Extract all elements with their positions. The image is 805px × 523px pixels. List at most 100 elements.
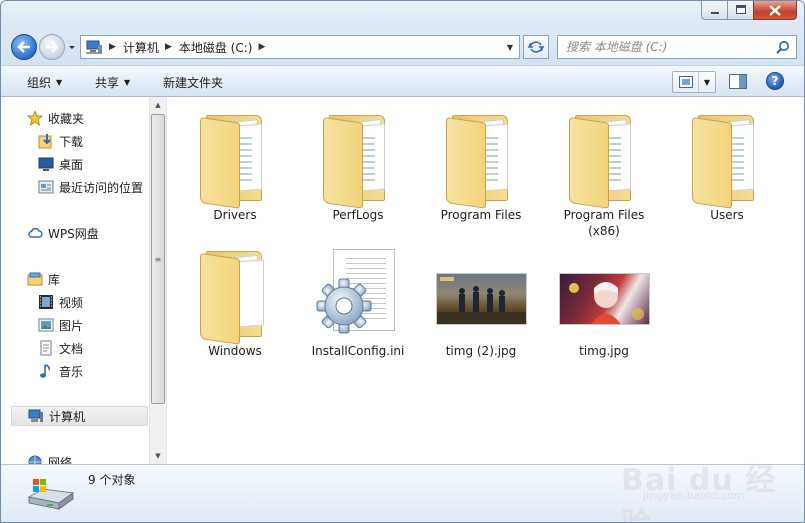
close-button[interactable] [753,1,797,20]
minimize-button[interactable] [701,1,727,20]
scrollbar-thumb[interactable]: ≡ [151,114,165,404]
file-item-image[interactable]: timg.jpg [545,239,663,359]
nav-scrollbar[interactable]: ▲ ≡ ▼ [149,97,166,464]
file-item-folder[interactable]: PerfLogs [299,103,417,223]
file-item-ini[interactable]: InstallConfig.ini [299,239,417,359]
title-bar[interactable] [1,1,804,29]
nav-wps-cloud[interactable]: WPS网盘 [27,223,99,243]
scroll-up-arrow-icon[interactable]: ▲ [150,97,166,113]
nav-music[interactable]: 音乐 [38,361,83,381]
change-view-button[interactable]: ▼ [672,71,716,93]
arrow-left-icon [17,41,30,53]
file-name: Drivers [213,208,257,222]
new-folder-button[interactable]: 新建文件夹 [163,74,223,91]
folder-icon [308,103,408,209]
address-history-dropdown[interactable]: ▼ [501,36,519,58]
chevron-down-icon [69,46,75,49]
breadcrumb-computer[interactable]: 计算机 [123,39,159,56]
nav-favorites-label: 收藏夹 [48,111,85,126]
nav-downloads-label: 下载 [59,134,84,149]
nav-pictures[interactable]: 图片 [38,315,83,335]
file-item-folder[interactable]: Program Files [422,103,540,223]
file-name: Users [710,208,744,222]
nav-recent-places-label: 最近访问的位置 [59,180,144,195]
file-list: Drivers PerfLogs Program Files Program F… [168,97,804,464]
maximize-icon [735,5,746,15]
folder-icon [554,103,654,209]
folder-icon [185,239,285,345]
file-name: PerfLogs [332,208,384,222]
chevron-down-icon: ▼ [56,78,63,87]
file-name: Program Files [440,208,522,222]
maximize-button[interactable] [727,1,753,20]
pictures-icon [38,317,54,333]
file-item-folder[interactable]: Windows [176,239,294,359]
command-bar: 组织 ▼ 共享 ▼ 新建文件夹 ▼ ? [1,65,804,97]
downloads-folder-icon [38,133,54,149]
documents-icon [38,340,54,356]
breadcrumb-drive-c[interactable]: 本地磁盘 (C:) [179,39,253,56]
nav-documents[interactable]: 文档 [38,338,83,358]
nav-videos[interactable]: 视频 [38,292,83,312]
address-row: ▶ 计算机 ▶ 本地磁盘 (C:) ▶ ▼ [1,29,804,65]
address-bar[interactable]: ▶ 计算机 ▶ 本地磁盘 (C:) ▶ ▼ [80,35,520,59]
file-item-folder[interactable]: Program Files (x86) [545,103,663,239]
breadcrumb-separator[interactable]: ▶ [258,42,265,52]
breadcrumb-separator[interactable]: ▶ [165,42,172,52]
file-item-folder[interactable]: Users [668,103,786,223]
recent-pages-dropdown[interactable] [67,41,77,53]
folder-icon [677,103,777,209]
nav-pictures-label: 图片 [59,318,84,333]
search-icon[interactable] [776,40,790,54]
forward-button[interactable] [39,34,65,60]
nav-favorites[interactable]: 收藏夹 [27,108,84,128]
view-icon[interactable] [673,72,699,92]
hard-drive-icon [27,479,75,510]
computer-icon [86,40,102,54]
caption-buttons [701,1,797,20]
libraries-icon [27,271,43,287]
nav-videos-label: 视频 [59,295,84,310]
baidu-watermark: Bai du 经验 jingyan.baidu.com [613,449,803,522]
search-input[interactable] [566,40,776,54]
file-name: timg (2).jpg [445,344,517,358]
breadcrumb-separator[interactable]: ▶ [109,42,116,52]
new-folder-label: 新建文件夹 [163,76,224,90]
organize-menu[interactable]: 组织 ▼ [27,74,62,91]
file-name: Program Files (x86) [563,208,645,238]
preview-pane-toggle[interactable] [729,74,747,89]
nav-computer[interactable]: 计算机 [11,406,148,426]
settings-file-icon [308,239,408,339]
chevron-down-icon: ▼ [124,78,131,87]
nav-recent-places[interactable]: 最近访问的位置 [38,177,143,197]
chevron-down-icon[interactable]: ▼ [699,72,715,92]
image-thumbnail [554,239,654,339]
nav-network[interactable]: 网络 [27,452,72,464]
nav-downloads[interactable]: 下载 [38,131,83,151]
share-menu[interactable]: 共享 ▼ [95,74,130,91]
recent-places-icon [38,179,54,195]
gear-icon [316,278,372,334]
scroll-down-arrow-icon[interactable]: ▼ [150,448,166,464]
minimize-icon [710,5,720,15]
file-item-folder[interactable]: Drivers [176,103,294,223]
star-icon [27,110,43,126]
search-box [557,35,797,59]
watermark-url: jingyan.baidu.com [643,489,745,502]
folder-icon [431,103,531,209]
file-name: timg.jpg [579,344,629,358]
cloud-icon [27,225,43,241]
share-label: 共享 [95,76,120,90]
refresh-button[interactable] [523,35,549,59]
image-thumbnail [431,239,531,339]
refresh-icon [528,41,544,53]
close-icon [769,4,781,16]
back-button[interactable] [11,34,37,60]
network-icon [27,454,43,464]
file-name: Windows [208,344,262,358]
nav-desktop[interactable]: 桌面 [38,154,83,174]
nav-libraries[interactable]: 库 [27,269,60,289]
nav-wps-cloud-label: WPS网盘 [48,226,99,241]
file-item-image[interactable]: timg (2).jpg [422,239,540,359]
help-icon[interactable]: ? [766,72,784,90]
